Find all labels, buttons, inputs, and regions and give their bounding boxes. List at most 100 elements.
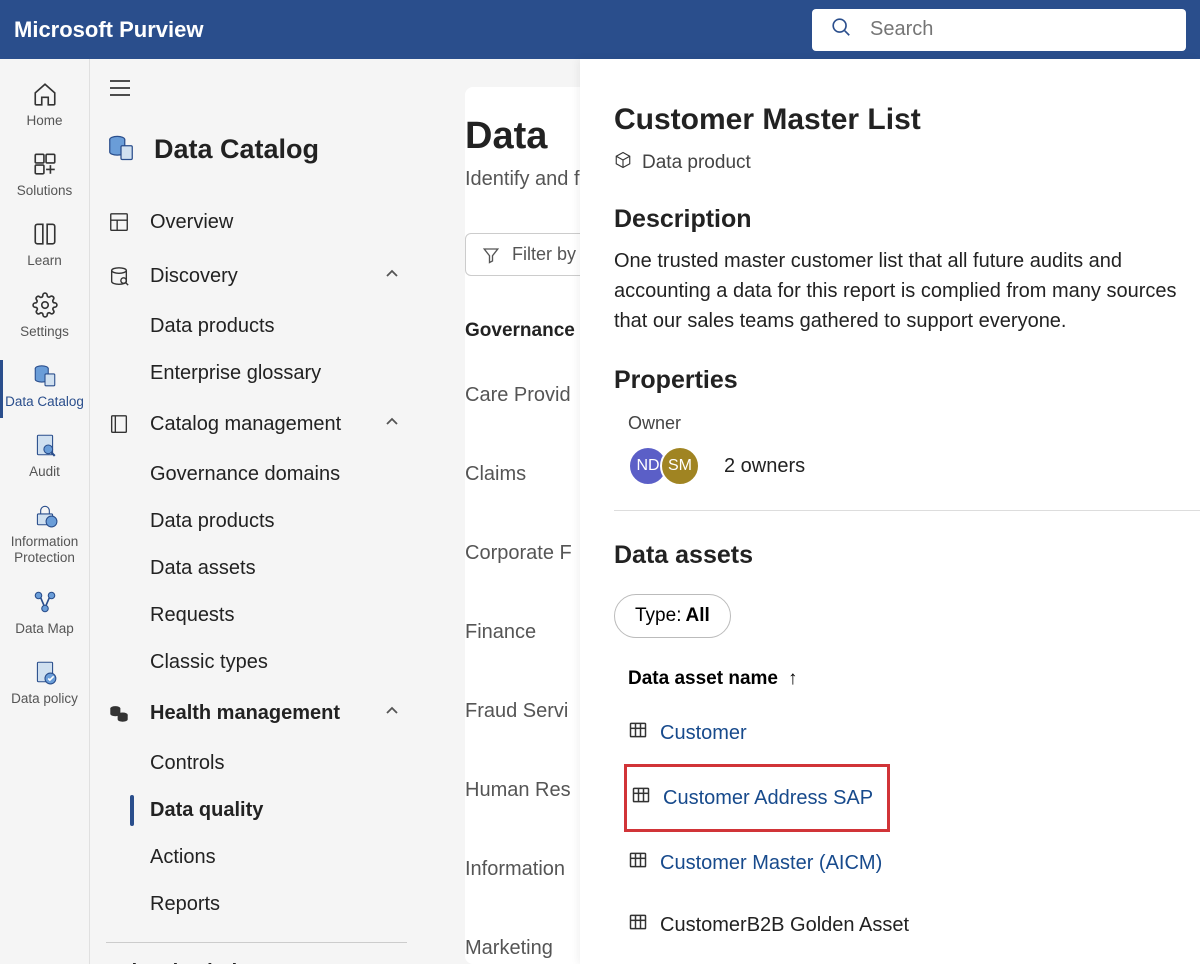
nav-rail: Home Solutions Learn Settings Data Catal…: [0, 59, 90, 964]
nav-solutions[interactable]: Solutions: [0, 143, 89, 213]
section-label: Discovery: [150, 265, 367, 288]
type-filter-pill[interactable]: Type: All: [614, 594, 731, 638]
asset-row[interactable]: Customer Master (AICM): [628, 832, 1200, 894]
sidebar: Data Catalog Overview Discovery Data pro…: [90, 59, 423, 964]
catalog-icon: [32, 362, 58, 388]
content-area: Data Identify and f Filter by Governance…: [423, 59, 1200, 964]
search-box[interactable]: [812, 9, 1186, 51]
highlighted-asset: Customer Address SAP: [624, 764, 890, 832]
nav-audit[interactable]: Audit: [0, 424, 89, 494]
nav-home[interactable]: Home: [0, 73, 89, 143]
nav-label: Learn: [27, 253, 62, 269]
filter-icon: [482, 246, 500, 264]
nav-data-policy[interactable]: Data policy: [0, 651, 89, 721]
filter-label: Filter by: [512, 244, 576, 265]
learn-icon: [32, 221, 58, 247]
nav-learn[interactable]: Learn: [0, 213, 89, 283]
hamburger-menu[interactable]: [109, 79, 407, 102]
sidebar-health-mgmt[interactable]: Health management: [106, 686, 407, 740]
catalog-icon: [106, 132, 136, 167]
asset-row[interactable]: Customer Address SAP: [627, 767, 873, 829]
solutions-icon: [32, 151, 58, 177]
sidebar-divider: [106, 942, 407, 943]
app-title: Microsoft Purview: [14, 17, 203, 43]
description-heading: Description: [614, 205, 1200, 234]
lock-icon: [32, 502, 58, 528]
properties-heading: Properties: [614, 366, 1200, 395]
asset-link[interactable]: Customer Address SAP: [663, 787, 873, 810]
table-icon: [631, 785, 651, 811]
datamap-icon: [32, 589, 58, 615]
sidebar-controls[interactable]: Controls: [106, 740, 407, 787]
sort-asc-icon: ↑: [788, 668, 798, 690]
description-text: One trusted master customer list that al…: [614, 246, 1200, 336]
nav-info-protection[interactable]: Information Protection: [0, 494, 89, 580]
nav-label: Audit: [29, 464, 60, 480]
panel-title: Customer Master List: [614, 103, 1200, 137]
gear-icon: [32, 292, 58, 318]
sidebar-title: Data Catalog: [154, 134, 319, 165]
nav-label: Settings: [20, 324, 69, 340]
nav-data-catalog[interactable]: Data Catalog: [0, 354, 89, 424]
nav-data-map[interactable]: Data Map: [0, 581, 89, 651]
overview-icon: [106, 209, 132, 235]
nav-label: Data Map: [15, 621, 74, 637]
sidebar-data-products[interactable]: Data products: [106, 303, 407, 350]
asset-link[interactable]: Customer Master (AICM): [660, 852, 882, 875]
search-icon: [830, 16, 852, 43]
asset-text: CustomerB2B Golden Asset: [660, 914, 909, 937]
chevron-up-icon: [385, 267, 399, 286]
chevron-up-icon: [385, 415, 399, 434]
detail-panel: Customer Master List Data product Descri…: [580, 59, 1200, 964]
asset-column-header[interactable]: Data asset name ↑: [614, 668, 1200, 690]
asset-link[interactable]: Customer: [660, 722, 747, 745]
asset-row[interactable]: CustomerB2B Golden Asset: [628, 894, 1200, 956]
sidebar-data-products-2[interactable]: Data products: [106, 498, 407, 545]
home-icon: [32, 81, 58, 107]
sidebar-discovery[interactable]: Discovery: [106, 249, 407, 303]
avatar[interactable]: SM: [660, 446, 700, 486]
policy-icon: [32, 659, 58, 685]
section-label: Health management: [150, 702, 367, 725]
type-filter-label: Type:: [635, 605, 681, 627]
sidebar-data-assets[interactable]: Data assets: [106, 545, 407, 592]
sidebar-overview[interactable]: Overview: [106, 195, 407, 249]
package-icon: [614, 151, 632, 175]
section-label: Catalog management: [150, 413, 367, 436]
type-filter-value: All: [685, 605, 709, 627]
owner-label: Owner: [614, 413, 1200, 434]
panel-type: Data product: [614, 151, 1200, 175]
section-label: Overview: [150, 211, 407, 234]
nav-label: Home: [26, 113, 62, 129]
health-mgmt-icon: [106, 700, 132, 726]
nav-settings[interactable]: Settings: [0, 284, 89, 354]
asset-row[interactable]: Customer: [628, 702, 1200, 764]
sidebar-requests[interactable]: Requests: [106, 592, 407, 639]
sidebar-data-quality[interactable]: Data quality: [106, 787, 407, 834]
nav-label: Information Protection: [4, 534, 85, 566]
owner-count: 2 owners: [724, 455, 805, 478]
sidebar-reports[interactable]: Reports: [106, 881, 407, 928]
sidebar-catalog-mgmt[interactable]: Catalog management: [106, 397, 407, 451]
discovery-icon: [106, 263, 132, 289]
table-icon: [628, 850, 648, 876]
chevron-up-icon: [385, 704, 399, 723]
nav-label: Data policy: [11, 691, 78, 707]
owner-row: ND SM 2 owners: [614, 446, 1200, 511]
filter-button[interactable]: Filter by: [465, 233, 593, 276]
table-icon: [628, 912, 648, 938]
catalog-mgmt-icon: [106, 411, 132, 437]
sidebar-actions[interactable]: Actions: [106, 834, 407, 881]
search-input[interactable]: [870, 18, 1168, 41]
sidebar-governance-domains[interactable]: Governance domains: [106, 451, 407, 498]
data-assets-heading: Data assets: [614, 541, 1200, 570]
audit-icon: [32, 432, 58, 458]
sidebar-enterprise-glossary[interactable]: Enterprise glossary: [106, 350, 407, 397]
main-container: Home Solutions Learn Settings Data Catal…: [0, 59, 1200, 964]
sidebar-title-row: Data Catalog: [106, 132, 407, 167]
sidebar-classic-types[interactable]: Classic types: [106, 639, 407, 686]
nav-label: Data Catalog: [5, 394, 84, 410]
type-label: Data product: [642, 152, 751, 174]
app-header: Microsoft Purview: [0, 0, 1200, 59]
nav-label: Solutions: [17, 183, 73, 199]
